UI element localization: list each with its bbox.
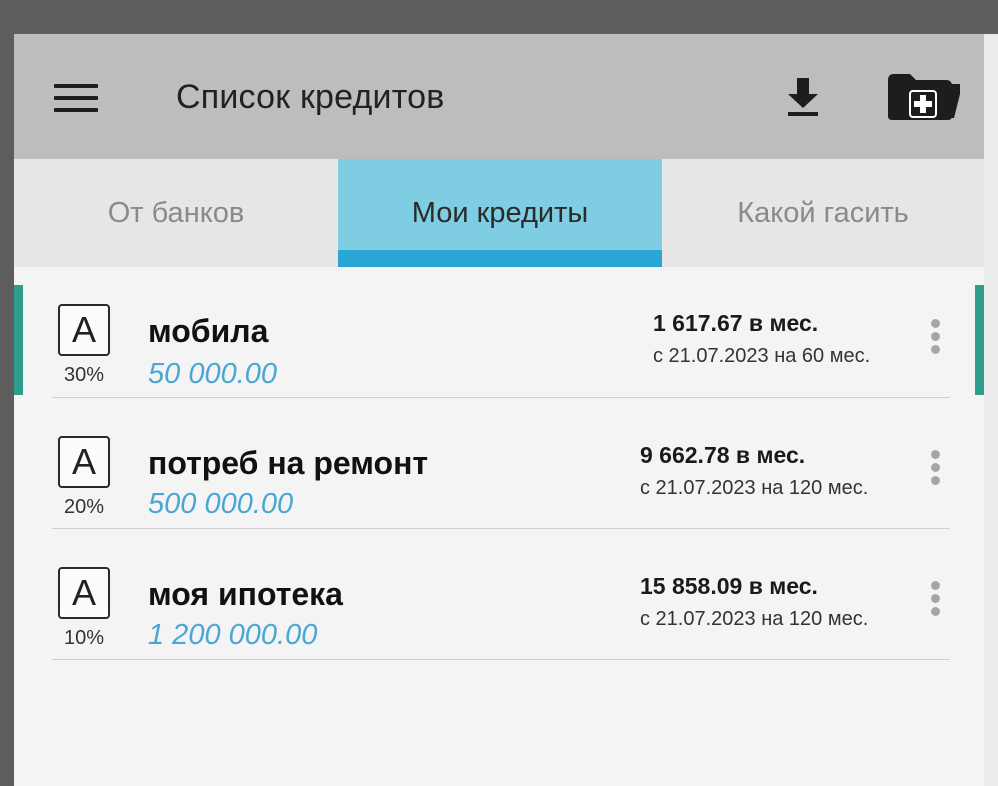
loan-period: с 21.07.2023 на 120 мес. xyxy=(640,477,869,499)
loan-rate: 10% xyxy=(63,627,105,649)
loan-type-badge: А xyxy=(58,567,110,619)
selected-marker xyxy=(14,285,23,395)
divider xyxy=(52,659,950,660)
active-tab-indicator xyxy=(338,250,662,267)
monthly-payment: 1 617.67 в мес. xyxy=(653,310,819,336)
status-bar xyxy=(0,0,998,34)
list-item[interactable]: А 30% мобила 50 000.00 1 617.67 в мес. с… xyxy=(14,267,984,398)
more-vert-icon[interactable] xyxy=(928,319,942,359)
loan-type-badge: А xyxy=(58,304,110,356)
page-title: Список кредитов xyxy=(176,78,445,116)
more-vert-icon[interactable] xyxy=(928,450,942,490)
loan-rate: 30% xyxy=(63,364,105,386)
loan-name: потреб на ремонт xyxy=(148,445,429,481)
loan-amount: 500 000.00 xyxy=(148,488,294,520)
selected-marker xyxy=(975,285,984,395)
tab-bar: От банков Мои кредиты Какой гасить xyxy=(14,159,984,267)
hamburger-menu-icon[interactable] xyxy=(54,84,98,112)
list-item[interactable]: А 10% моя ипотека 1 200 000.00 15 858.09… xyxy=(14,529,984,660)
loan-name: мобила xyxy=(148,313,269,349)
loan-amount: 50 000.00 xyxy=(148,358,278,390)
loan-type-badge: А xyxy=(58,436,110,488)
tab-which-to-repay[interactable]: Какой гасить xyxy=(662,159,984,267)
loan-amount: 1 200 000.00 xyxy=(148,619,318,651)
list-item[interactable]: А 20% потреб на ремонт 500 000.00 9 662.… xyxy=(14,398,984,529)
monthly-payment: 9 662.78 в мес. xyxy=(640,442,806,468)
tab-from-banks[interactable]: От банков xyxy=(14,159,338,267)
loan-period: с 21.07.2023 на 60 мес. xyxy=(653,345,871,367)
loan-rate: 20% xyxy=(63,496,105,518)
download-icon[interactable] xyxy=(784,74,824,118)
folder-add-icon[interactable] xyxy=(884,70,964,124)
screen-edge xyxy=(984,34,998,786)
app-screen: Список кредитов От банков Мои кредиты Ка… xyxy=(14,34,984,786)
loan-name: моя ипотека xyxy=(148,576,343,612)
more-vert-icon[interactable] xyxy=(928,581,942,621)
loan-period: с 21.07.2023 на 120 мес. xyxy=(640,608,869,630)
app-bar: Список кредитов xyxy=(14,34,984,159)
monthly-payment: 15 858.09 в мес. xyxy=(640,573,818,599)
